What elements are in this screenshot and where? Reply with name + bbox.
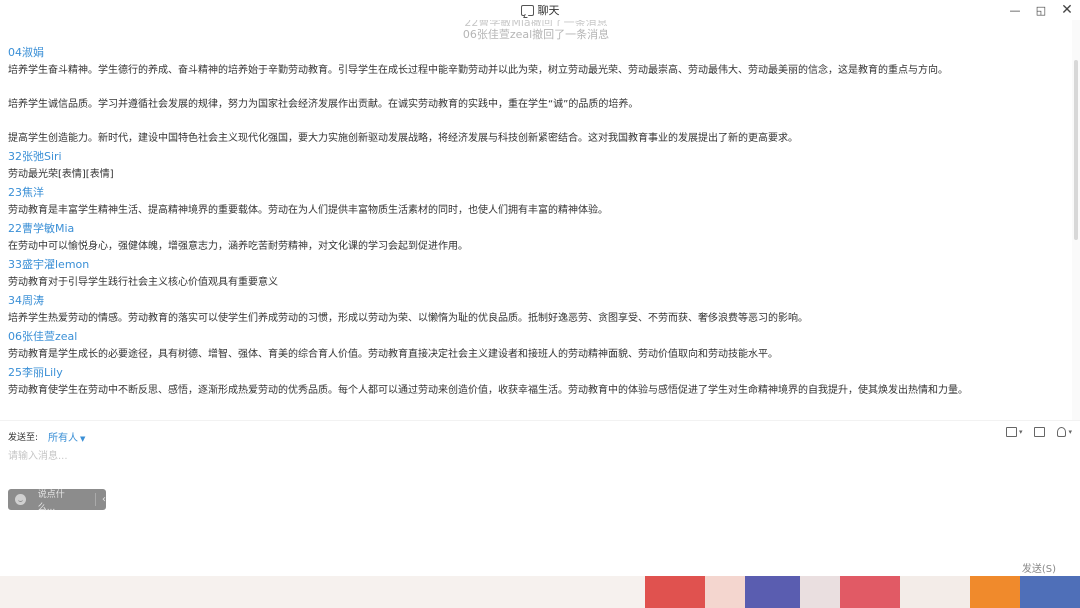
message-text: 提高学生创造能力。新时代，建设中国特色社会主义现代化强国，要大力实施创新驱动发展…	[8, 133, 798, 144]
message: 06张佳萱zeal 劳动教育是学生成长的必要途径，具有树德、增智、强体、育美的综…	[0, 328, 1072, 364]
send-to-dropdown[interactable]: 所有人 ▼	[48, 429, 85, 444]
send-button[interactable]: 发送(S)	[1022, 560, 1056, 575]
message-text: 培养学生诚信品质。学习并遵循社会发展的规律，努力为国家社会经济发展作出贡献。在诚…	[8, 99, 639, 110]
message-text: 劳动教育使学生在劳动中不断反思、感悟，逐渐形成热爱劳动的优秀品质。每个人都可以通…	[8, 385, 968, 396]
divider	[95, 493, 96, 506]
message: 22曹学敏Mia 在劳动中可以愉悦身心，强健体魄，增强意志力，涵养吃苦耐劳精神，…	[0, 220, 1072, 256]
decor-block	[800, 576, 840, 608]
message-text: 劳动最光荣[表情][表情]	[8, 169, 114, 180]
decor-block	[1020, 576, 1080, 608]
smiley-icon[interactable]	[15, 494, 26, 505]
collapse-icon[interactable]: ‹	[102, 494, 106, 505]
decor-block	[840, 576, 900, 608]
folder-tool[interactable]: ▾	[1005, 427, 1023, 437]
decor-block	[745, 576, 800, 608]
person-icon[interactable]	[1057, 427, 1067, 437]
title-wrap: 聊天	[520, 2, 560, 18]
caret-down-icon[interactable]: ▼	[80, 435, 85, 443]
sender-name[interactable]: 33盛宇濯lemon	[8, 256, 1064, 274]
sender-name[interactable]: 23焦洋	[8, 184, 1064, 202]
window-title: 聊天	[537, 4, 560, 17]
chevron-down-icon[interactable]: ▾	[1068, 428, 1072, 436]
sender-name[interactable]: 32张弛Siri	[8, 148, 1064, 166]
message-input[interactable]: 请输入消息...	[8, 447, 68, 462]
message: 04淑娟 培养学生奋斗精神。学生德行的养成、奋斗精神的培养始于辛勤劳动教育。引导…	[0, 44, 1072, 148]
decor-block	[900, 576, 970, 608]
calendar-icon[interactable]	[1034, 427, 1046, 437]
message: 23焦洋 劳动教育是丰富学生精神生活、提高精神境界的重要载体。劳动在为人们提供丰…	[0, 184, 1072, 220]
send-to-target[interactable]: 所有人	[48, 433, 78, 444]
desktop-background	[0, 576, 1080, 608]
sender-name[interactable]: 25李丽Lily	[8, 364, 1064, 382]
say-something-label[interactable]: 说点什么...	[38, 487, 81, 513]
message-text: 劳动教育对于引导学生践行社会主义核心价值观具有重要意义	[8, 277, 278, 288]
composer-toolbar: ▾ ▾	[1005, 427, 1072, 437]
composer: 发送至: 所有人 ▼ ▾ ▾ 请输入消息... 说点什么... ‹ 发送(S)	[0, 420, 1080, 577]
recall-notice: 06张佳萱zeal撤回了一条消息	[462, 28, 610, 41]
sender-name[interactable]: 34周涛	[8, 292, 1064, 310]
scrollbar-thumb[interactable]	[1074, 60, 1078, 240]
message-list[interactable]: 22曹学敏Mia撤回了一条消息 06张佳萱zeal撤回了一条消息 04淑娟 培养…	[0, 20, 1072, 420]
sender-name[interactable]: 06张佳萱zeal	[8, 328, 1064, 346]
decor-block	[645, 576, 705, 608]
decor-block	[705, 576, 745, 608]
message-text: 培养学生热爱劳动的情感。劳动教育的落实可以使学生们养成劳动的习惯，形成以劳动为荣…	[8, 313, 808, 324]
minimize-button[interactable]: —	[1002, 0, 1028, 20]
chevron-down-icon[interactable]: ▾	[1019, 428, 1023, 436]
calendar-tool[interactable]	[1034, 427, 1046, 437]
message-scrollbar[interactable]	[1072, 20, 1080, 420]
send-to-row: 发送至: 所有人 ▼	[8, 429, 85, 444]
message: 33盛宇濯lemon 劳动教育对于引导学生践行社会主义核心价值观具有重要意义	[0, 256, 1072, 292]
say-something-bar[interactable]: 说点什么... ‹	[8, 487, 106, 513]
restore-button[interactable]: ◱	[1028, 0, 1054, 20]
message-text: 培养学生奋斗精神。学生德行的养成、奋斗精神的培养始于辛勤劳动教育。引导学生在成长…	[8, 65, 948, 76]
send-to-label: 发送至:	[8, 433, 39, 443]
sender-name[interactable]: 04淑娟	[8, 44, 1064, 62]
decor-block	[970, 576, 1020, 608]
message: 32张弛Siri 劳动最光荣[表情][表情]	[0, 148, 1072, 184]
message: 25李丽Lily 劳动教育使学生在劳动中不断反思、感悟，逐渐形成热爱劳动的优秀品…	[0, 364, 1072, 400]
window-controls: — ◱ ✕	[1002, 0, 1080, 20]
message-text: 劳动教育是丰富学生精神生活、提高精神境界的重要载体。劳动在为人们提供丰富物质生活…	[8, 205, 608, 216]
message: 34周涛 培养学生热爱劳动的情感。劳动教育的落实可以使学生们养成劳动的习惯，形成…	[0, 292, 1072, 328]
contact-tool[interactable]: ▾	[1057, 427, 1072, 437]
folder-icon[interactable]	[1005, 427, 1017, 437]
chat-bubble-icon	[520, 4, 534, 16]
sender-name[interactable]: 22曹学敏Mia	[8, 220, 1064, 238]
message-text: 在劳动中可以愉悦身心，强健体魄，增强意志力，涵养吃苦耐劳精神，对文化课的学习会起…	[8, 241, 468, 252]
title-bar: 聊天 — ◱ ✕	[0, 0, 1080, 21]
close-button[interactable]: ✕	[1054, 0, 1080, 20]
message-text: 劳动教育是学生成长的必要途径，具有树德、增智、强体、育美的综合育人价值。劳动教育…	[8, 349, 778, 360]
